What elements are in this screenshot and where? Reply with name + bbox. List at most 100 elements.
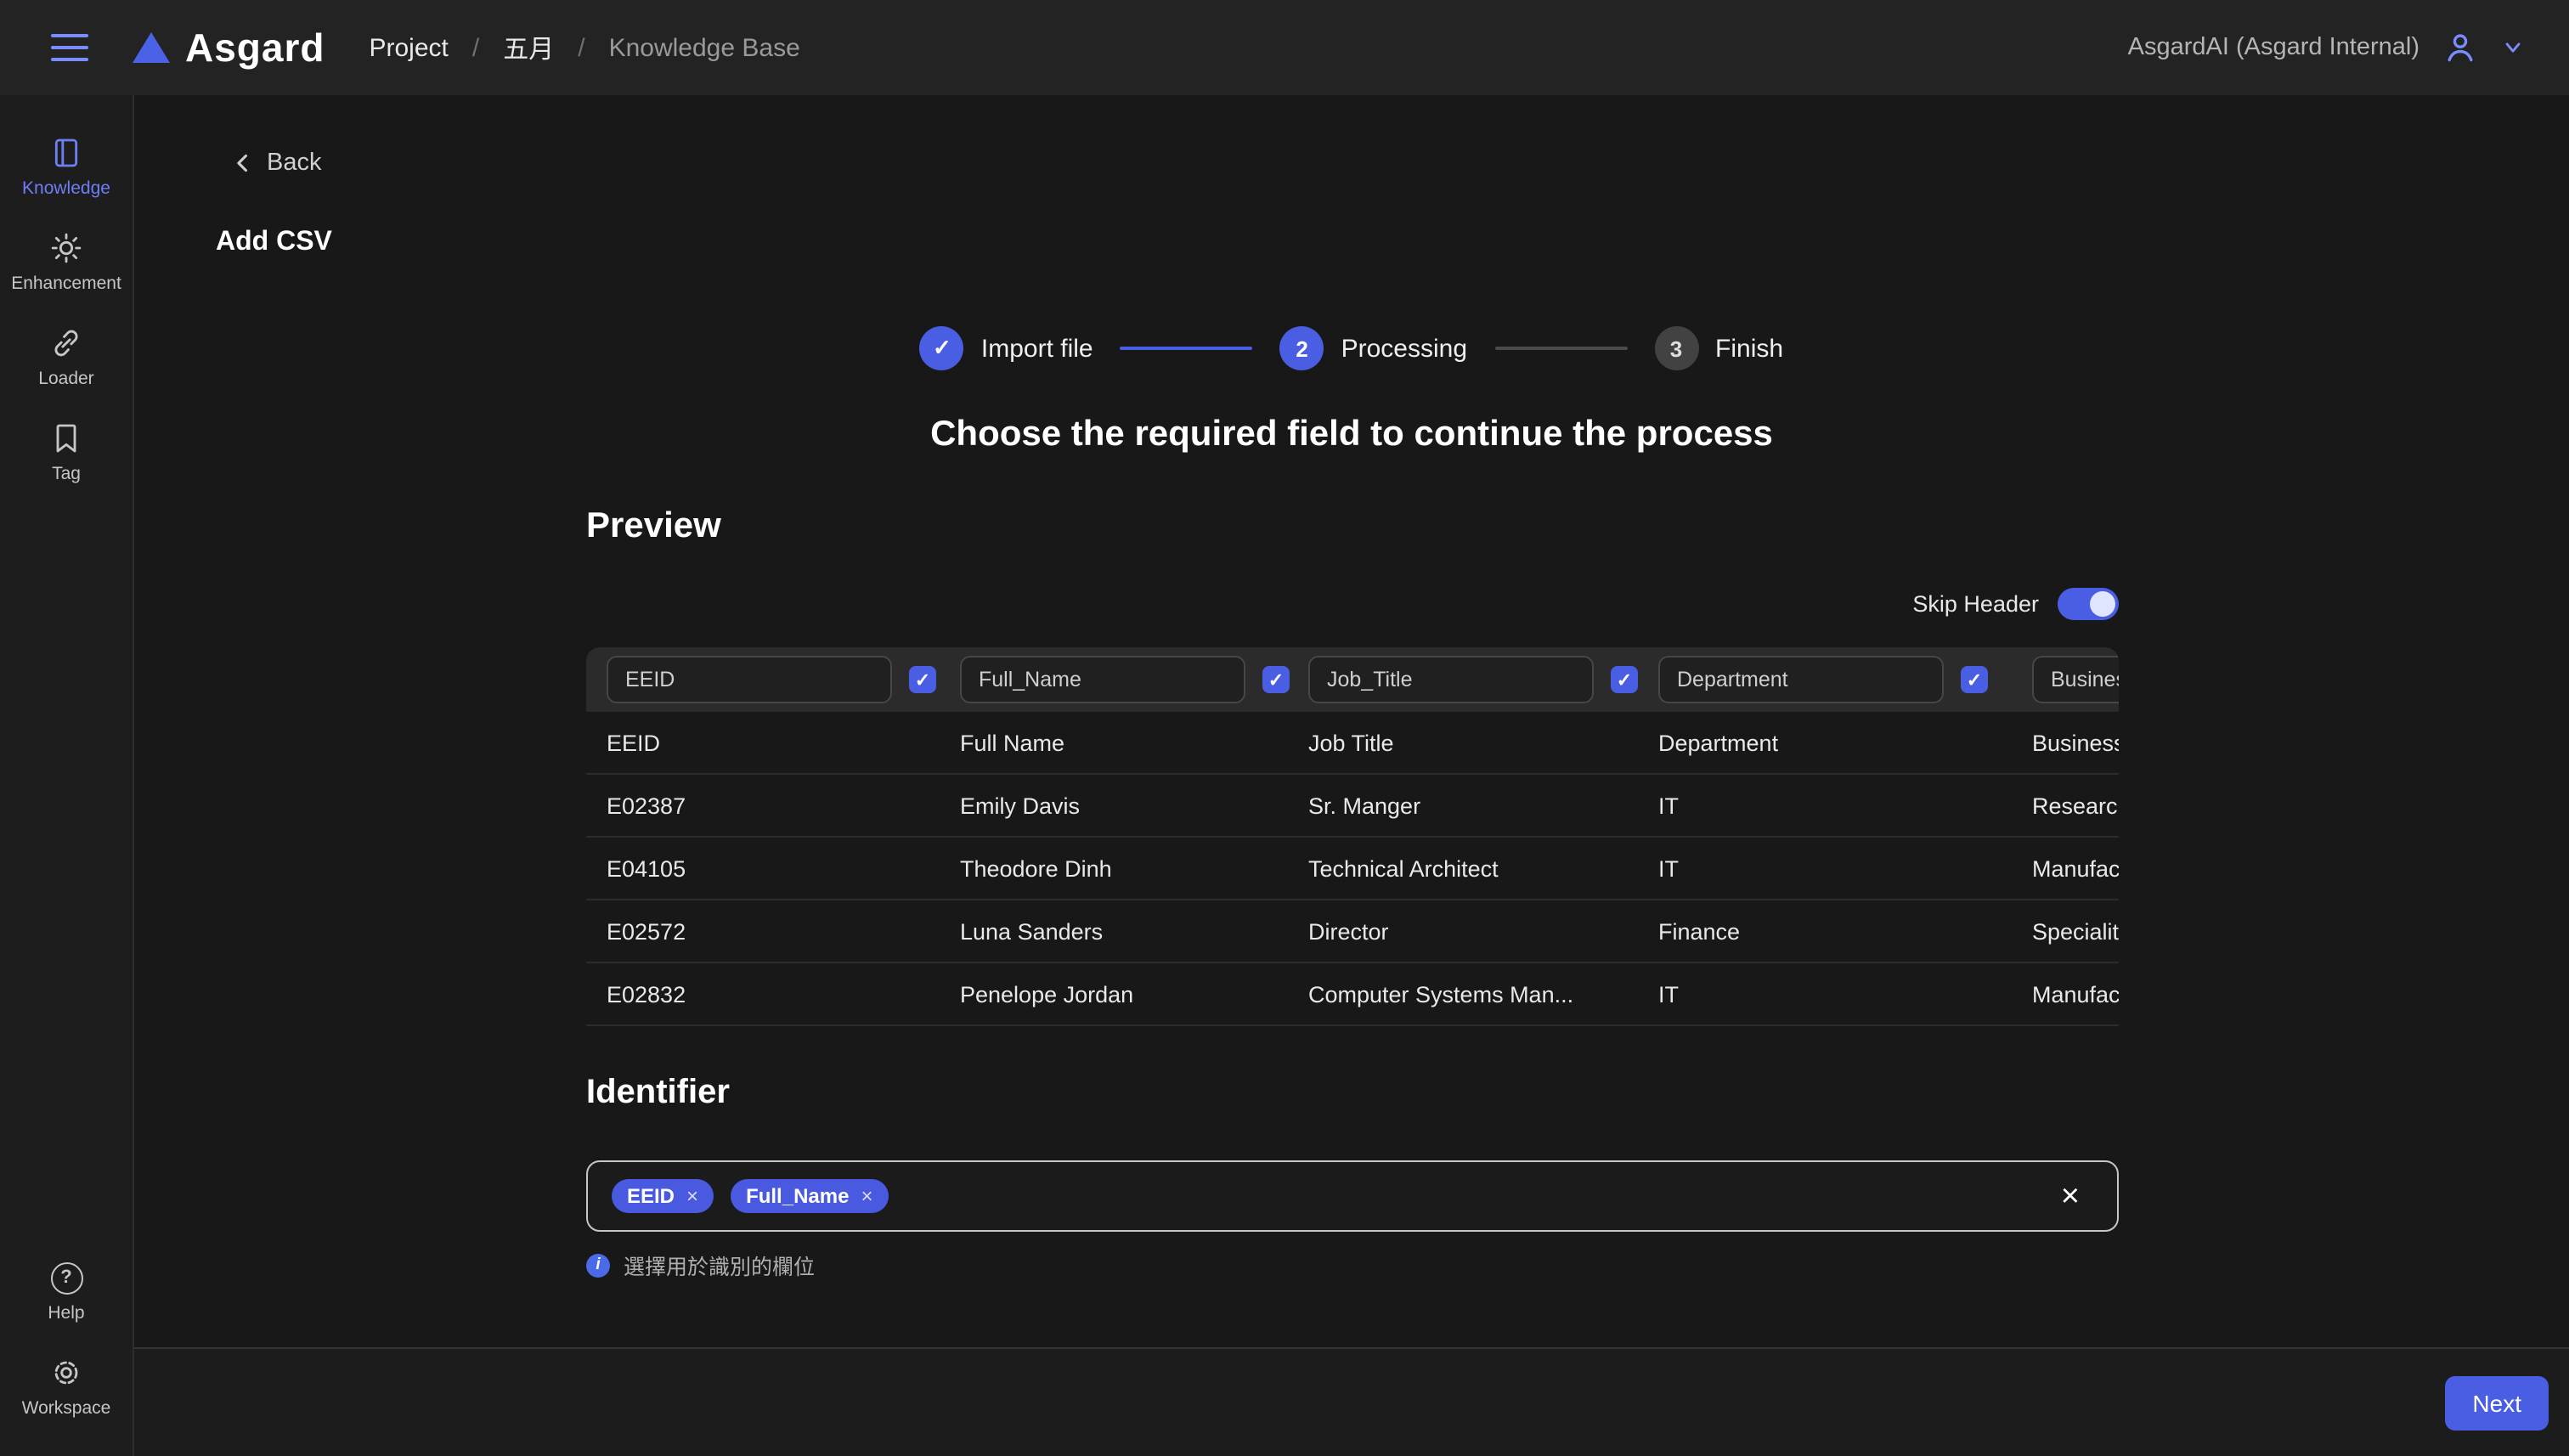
column-checkbox-job-title[interactable]: ✓ — [1611, 666, 1638, 693]
remove-chip-icon[interactable]: × — [686, 1186, 698, 1206]
table-cell: Technical Architect — [1308, 855, 1658, 881]
column-input-business[interactable] — [2032, 656, 2119, 703]
info-icon: i — [586, 1253, 610, 1277]
table-cell: Manufactu — [2032, 855, 2119, 881]
back-button[interactable]: Back — [233, 150, 322, 177]
chevron-down-icon[interactable] — [2501, 36, 2525, 59]
breadcrumb-month[interactable]: 五月 — [503, 30, 554, 65]
table-row: E02387 Emily Davis Sr. Manger IT Researc… — [586, 775, 2119, 838]
preview-heading: Preview — [586, 506, 2119, 547]
main-content: Back Add CSV ✓ Import file 2 Processing … — [134, 95, 2569, 1347]
account-label: AsgardAI (Asgard Internal) — [2128, 34, 2419, 61]
column-header-cell — [2032, 656, 2119, 703]
table-cell: Sr. Manger — [1308, 793, 1658, 818]
sidebar-item-label: Tag — [52, 464, 81, 484]
table-header-row: ✓ ✓ ✓ ✓ — [586, 647, 2119, 712]
table-row: E02832 Penelope Jordan Computer Systems … — [586, 963, 2119, 1026]
table-cell: Full Name — [960, 730, 1308, 755]
table-cell: EEID — [607, 730, 960, 755]
breadcrumb: Project / 五月 / Knowledge Base — [370, 30, 800, 65]
logo-triangle-icon — [133, 32, 170, 63]
instruction-heading: Choose the required field to continue th… — [134, 415, 2569, 455]
sidebar-item-enhancement[interactable]: Enhancement — [0, 221, 133, 304]
step-done-check-icon: ✓ — [920, 326, 964, 370]
sidebar-item-knowledge[interactable]: Knowledge — [0, 126, 133, 209]
table-row: E02572 Luna Sanders Director Finance Spe… — [586, 900, 2119, 963]
breadcrumb-knowledge-base[interactable]: Knowledge Base — [609, 33, 800, 62]
clear-identifier-icon[interactable]: × — [2061, 1180, 2080, 1212]
help-icon: ? — [49, 1261, 83, 1295]
check-glyph: ✓ — [1617, 669, 1632, 691]
column-checkbox-full-name[interactable]: ✓ — [1262, 666, 1290, 693]
table-cell: Business — [2032, 730, 2119, 755]
column-header-cell: ✓ — [607, 656, 960, 703]
table-cell: Computer Systems Man... — [1308, 981, 1658, 1007]
table-cell: Job Title — [1308, 730, 1658, 755]
column-input-department[interactable] — [1658, 656, 1944, 703]
chip-label: EEID — [627, 1184, 675, 1208]
gear-icon — [49, 1356, 83, 1390]
menu-icon[interactable] — [51, 34, 88, 62]
breadcrumb-separator: / — [472, 33, 479, 62]
identifier-input[interactable]: EEID × Full_Name × × — [586, 1160, 2119, 1232]
sidebar: Knowledge Enhancement Lo — [0, 95, 134, 1456]
table-cell: IT — [1658, 793, 2032, 818]
sidebar-item-label: Loader — [38, 369, 93, 389]
table-cell: E02572 — [607, 918, 960, 944]
identifier-chip-eeid: EEID × — [612, 1179, 714, 1213]
toggle-knob — [2089, 591, 2114, 617]
table-cell: Finance — [1658, 918, 2032, 944]
table-cell: Emily Davis — [960, 793, 1308, 818]
sidebar-item-workspace[interactable]: Workspace — [0, 1346, 133, 1429]
link-icon — [49, 326, 83, 360]
sidebar-item-tag[interactable]: Tag — [0, 411, 133, 494]
table-cell: Department — [1658, 730, 2032, 755]
step-connector — [1121, 347, 1253, 350]
stepper: ✓ Import file 2 Processing 3 Finish — [134, 326, 2569, 370]
column-input-full-name[interactable] — [960, 656, 1245, 703]
skip-header-toggle[interactable] — [2058, 588, 2119, 620]
skip-header-row: Skip Header — [586, 588, 2119, 620]
column-checkbox-department[interactable]: ✓ — [1961, 666, 1988, 693]
table-cell: Research — [2032, 793, 2119, 818]
table-cell: Luna Sanders — [960, 918, 1308, 944]
page-title: Add CSV — [216, 228, 2569, 258]
identifier-chip-full-name: Full_Name × — [731, 1179, 888, 1213]
chevron-left-icon — [233, 153, 253, 173]
column-input-job-title[interactable] — [1308, 656, 1594, 703]
column-header-cell: ✓ — [960, 656, 1308, 703]
preview-table: ✓ ✓ ✓ ✓ — [586, 647, 2119, 1026]
next-button[interactable]: Next — [2445, 1375, 2549, 1430]
check-glyph: ✓ — [1967, 669, 1982, 691]
column-checkbox-eeid[interactable]: ✓ — [909, 666, 936, 693]
check-glyph: ✓ — [915, 669, 930, 691]
remove-chip-icon[interactable]: × — [861, 1186, 872, 1206]
user-icon[interactable] — [2442, 29, 2479, 66]
table-cell: Theodore Dinh — [960, 855, 1308, 881]
sidebar-item-loader[interactable]: Loader — [0, 316, 133, 399]
table-row: EEID Full Name Job Title Department Busi… — [586, 712, 2119, 775]
identifier-hint-text: 選擇用於識別的欄位 — [624, 1249, 815, 1281]
breadcrumb-project[interactable]: Project — [370, 33, 449, 62]
table-cell: Speciality — [2032, 918, 2119, 944]
footer-bar: Next — [134, 1347, 2569, 1456]
column-header-cell: ✓ — [1308, 656, 1658, 703]
check-glyph: ✓ — [933, 335, 951, 362]
skip-header-label: Skip Header — [1912, 591, 2039, 617]
topbar-right: AsgardAI (Asgard Internal) — [2128, 29, 2525, 66]
app-root: Asgard Project / 五月 / Knowledge Base Asg… — [0, 0, 2569, 1456]
sun-icon — [49, 231, 83, 265]
sidebar-item-help[interactable]: ? Help — [0, 1250, 133, 1334]
sidebar-item-label: Workspace — [22, 1398, 111, 1419]
table-cell: Penelope Jordan — [960, 981, 1308, 1007]
sidebar-item-label: Help — [48, 1303, 84, 1323]
logo[interactable]: Asgard — [133, 25, 325, 71]
logo-text: Asgard — [185, 25, 325, 71]
step-finish: 3 Finish — [1654, 326, 1783, 370]
topbar: Asgard Project / 五月 / Knowledge Base Asg… — [0, 0, 2569, 95]
step-number: 3 — [1654, 326, 1698, 370]
column-input-eeid[interactable] — [607, 656, 892, 703]
sidebar-item-label: Enhancement — [11, 274, 121, 294]
content-inner: Preview Skip Header ✓ ✓ — [586, 506, 2119, 1281]
step-import-file: ✓ Import file — [920, 326, 1093, 370]
